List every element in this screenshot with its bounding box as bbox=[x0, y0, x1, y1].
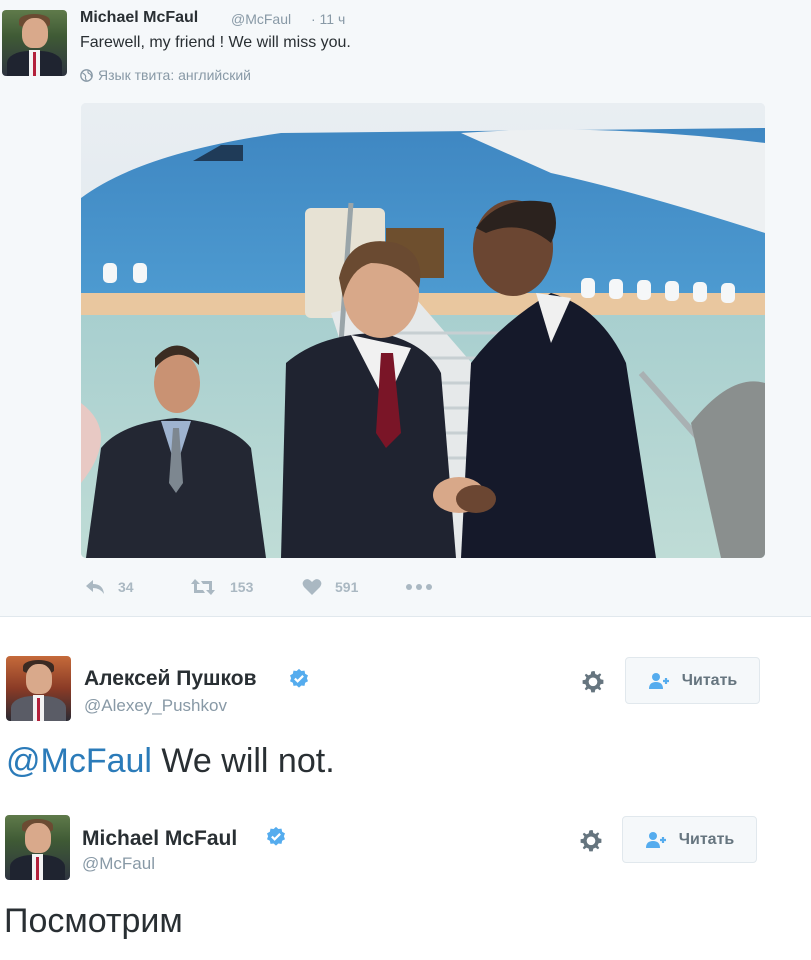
globe-icon bbox=[80, 68, 93, 82]
avatar-mcfaul[interactable] bbox=[2, 10, 67, 76]
tweet-language-row: Язык твита: английский bbox=[80, 67, 251, 83]
more-action[interactable] bbox=[406, 584, 432, 590]
follow-button-label: Читать bbox=[678, 830, 735, 848]
follow-button-label: Читать bbox=[681, 671, 738, 689]
reply-count: 34 bbox=[118, 579, 134, 595]
reply-author-handle[interactable]: @McFaul bbox=[82, 854, 155, 874]
add-user-icon bbox=[648, 672, 669, 689]
follow-button[interactable]: Читать bbox=[622, 816, 757, 863]
reply-icon bbox=[86, 580, 104, 594]
retweet-icon bbox=[191, 579, 215, 595]
follow-button[interactable]: Читать bbox=[625, 657, 760, 704]
reply-author-name[interactable]: Алексей Пушков bbox=[84, 667, 257, 691]
tweet-text: Farewell, my friend ! We will miss you. bbox=[80, 34, 351, 51]
retweet-action[interactable]: 153 bbox=[190, 578, 253, 596]
reply-author-handle[interactable]: @Alexey_Pushkov bbox=[84, 696, 227, 716]
gear-icon[interactable] bbox=[578, 828, 604, 854]
reply-tweet-text: @McFaul We will not. bbox=[6, 742, 335, 781]
avatar-pushkov[interactable] bbox=[6, 656, 71, 721]
reply-tweet-body: We will not. bbox=[151, 742, 335, 780]
tweet-author-name[interactable]: Michael McFaul bbox=[80, 9, 198, 27]
retweet-count: 153 bbox=[230, 579, 254, 595]
avatar-mcfaul-reply[interactable] bbox=[5, 815, 70, 880]
like-action[interactable]: 591 bbox=[302, 578, 358, 596]
original-tweet: Michael McFaul @McFaul · 11 ч Farewell, … bbox=[0, 0, 811, 617]
more-icon bbox=[406, 584, 432, 590]
add-user-icon bbox=[645, 831, 666, 848]
reply-action[interactable]: 34 bbox=[84, 578, 134, 596]
tweet-photo[interactable] bbox=[81, 103, 765, 558]
like-count: 591 bbox=[335, 579, 359, 595]
farewell-photo-image bbox=[81, 103, 765, 558]
reply-tweet-text: Посмотрим bbox=[4, 902, 183, 940]
verified-badge-icon bbox=[290, 668, 308, 688]
tweet-timestamp[interactable]: · 11 ч bbox=[311, 11, 345, 27]
reply-author-name[interactable]: Michael McFaul bbox=[82, 827, 237, 851]
tweet-author-handle[interactable]: @McFaul bbox=[231, 11, 291, 27]
gear-icon[interactable] bbox=[580, 669, 606, 695]
verified-badge-icon bbox=[267, 826, 285, 846]
mention-link[interactable]: @McFaul bbox=[6, 742, 152, 780]
tweet-language-label[interactable]: Язык твита: английский bbox=[98, 67, 251, 83]
heart-icon bbox=[302, 579, 322, 595]
